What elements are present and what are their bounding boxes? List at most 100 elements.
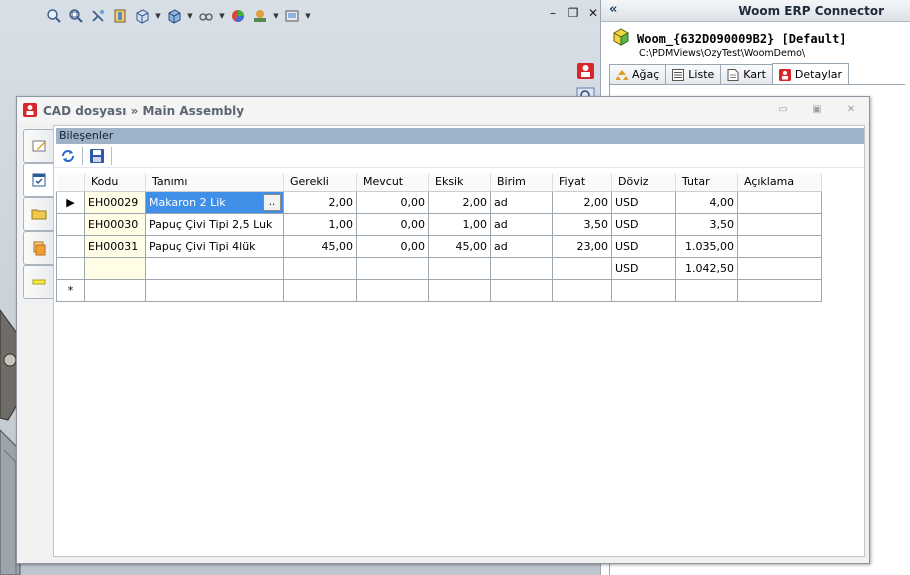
cell-birim[interactable] xyxy=(490,279,553,302)
om-logo-icon[interactable] xyxy=(576,62,596,80)
cell-doviz[interactable]: USD xyxy=(611,190,676,214)
tab-detaylar[interactable]: Detaylar xyxy=(771,63,850,85)
cell-tutar[interactable]: 4,00 xyxy=(675,190,738,214)
tab-agac[interactable]: Ağaç xyxy=(609,64,667,84)
cell-eksik[interactable]: 1,00 xyxy=(428,213,491,236)
cell-birim[interactable]: ad xyxy=(490,235,553,258)
cell-mevcut[interactable]: 0,00 xyxy=(356,190,429,214)
cell-kodu[interactable]: EH00029 xyxy=(84,190,146,214)
cell-fiyat[interactable]: 3,50 xyxy=(552,213,612,236)
row-indicator[interactable] xyxy=(56,213,85,236)
cell-eksik xyxy=(428,257,491,280)
cell-aciklama[interactable] xyxy=(737,213,822,236)
collapse-panel-icon[interactable]: « xyxy=(609,2,617,17)
cell-gerekli[interactable]: 1,00 xyxy=(283,213,357,236)
cell-gerekli[interactable]: 2,00 xyxy=(283,190,357,214)
erp-panel-title: Woom ERP Connector xyxy=(738,4,884,18)
cell-aciklama[interactable] xyxy=(737,235,822,258)
restore-icon[interactable]: ❐ xyxy=(566,6,580,20)
column-header[interactable]: Tutar xyxy=(675,173,738,192)
column-header[interactable]: Tanımı xyxy=(145,173,284,192)
cell-doviz[interactable] xyxy=(611,279,676,302)
maximize-icon[interactable]: ▣ xyxy=(811,103,823,115)
vtab-edit[interactable] xyxy=(23,129,53,163)
cell-kodu[interactable]: EH00031 xyxy=(84,235,146,258)
save-button[interactable] xyxy=(87,146,107,166)
cell-tanimi[interactable]: Papuç Çivi Tipi 4lük xyxy=(145,235,284,258)
cell-mevcut xyxy=(356,257,429,280)
row-indicator[interactable]: ▶ xyxy=(56,190,85,214)
cell-tutar[interactable]: 1.035,00 xyxy=(675,235,738,258)
chevron-down-icon[interactable]: ▼ xyxy=(304,6,312,26)
vtab-checklist[interactable] xyxy=(23,163,53,197)
cell-eksik[interactable] xyxy=(428,279,491,302)
vtab-notes[interactable] xyxy=(23,265,53,299)
cell-tanimi[interactable] xyxy=(145,279,284,302)
column-header[interactable]: Birim xyxy=(490,173,553,192)
cell-aciklama[interactable] xyxy=(737,190,822,214)
cell-tanimi[interactable]: Papuç Çivi Tipi 2,5 Luk xyxy=(145,213,284,236)
column-header[interactable]: Açıklama xyxy=(737,173,822,192)
cell-tutar[interactable]: 3,50 xyxy=(675,213,738,236)
tab-liste[interactable]: Liste xyxy=(665,64,722,84)
cell-gerekli[interactable]: 45,00 xyxy=(283,235,357,258)
column-header[interactable]: Fiyat xyxy=(552,173,612,192)
zoom-area-icon[interactable] xyxy=(66,6,86,26)
chevron-down-icon[interactable]: ▼ xyxy=(154,6,162,26)
cell-doviz[interactable]: USD xyxy=(611,213,676,236)
vtab-components[interactable] xyxy=(23,231,53,265)
tab-kart[interactable]: Kart xyxy=(720,64,773,84)
section-view-icon[interactable] xyxy=(110,6,130,26)
column-header[interactable]: Gerekli xyxy=(283,173,357,192)
cell-birim[interactable]: ad xyxy=(490,190,553,214)
cell-mevcut[interactable] xyxy=(356,279,429,302)
hide-show-items-icon[interactable] xyxy=(196,6,216,26)
table-row[interactable]: ▶ EH00029 Makaron 2 Lik.. 2,00 0,00 2,00… xyxy=(56,190,822,214)
column-header[interactable]: Eksik xyxy=(428,173,491,192)
column-header[interactable]: Mevcut xyxy=(356,173,429,192)
apply-scene-icon[interactable] xyxy=(250,6,270,26)
chevron-down-icon[interactable]: ▼ xyxy=(272,6,280,26)
cell-birim[interactable]: ad xyxy=(490,213,553,236)
cell-aciklama[interactable] xyxy=(737,279,822,302)
row-indicator[interactable] xyxy=(56,235,85,258)
cell-eksik[interactable]: 45,00 xyxy=(428,235,491,258)
minimize-icon[interactable]: – xyxy=(546,6,560,20)
table-row[interactable]: EH00031 Papuç Çivi Tipi 4lük 45,00 0,00 … xyxy=(56,235,822,258)
table-row[interactable]: EH00030 Papuç Çivi Tipi 2,5 Luk 1,00 0,0… xyxy=(56,213,822,236)
ellipsis-button[interactable]: .. xyxy=(263,193,281,211)
cad-view-toolbar: ▼ ▼ ▼ ▼ ▼ xyxy=(44,4,312,28)
view-orientation-icon[interactable] xyxy=(132,6,152,26)
cell-mevcut[interactable]: 0,00 xyxy=(356,235,429,258)
cell-kodu[interactable]: EH00030 xyxy=(84,213,146,236)
display-style-icon[interactable] xyxy=(164,6,184,26)
column-header[interactable]: Kodu xyxy=(84,173,146,192)
new-row[interactable]: * xyxy=(56,279,822,302)
view-settings-icon[interactable] xyxy=(282,6,302,26)
cell-tanimi-editing[interactable]: Makaron 2 Lik.. xyxy=(145,190,284,214)
column-header[interactable]: Döviz xyxy=(611,173,676,192)
cell-fiyat[interactable] xyxy=(552,279,612,302)
cell-eksik[interactable]: 2,00 xyxy=(428,190,491,214)
cell-kodu[interactable] xyxy=(84,279,146,302)
close-icon[interactable]: ✕ xyxy=(586,6,600,20)
cell-fiyat[interactable]: 2,00 xyxy=(552,190,612,214)
chevron-down-icon[interactable]: ▼ xyxy=(186,6,194,26)
chevron-down-icon[interactable]: ▼ xyxy=(218,6,226,26)
close-icon[interactable]: ✕ xyxy=(845,103,857,115)
components-icon xyxy=(33,241,45,256)
new-row-indicator[interactable]: * xyxy=(56,279,85,302)
window-titlebar[interactable]: CAD dosyası » Main Assembly ▭ ▣ ✕ xyxy=(17,97,869,123)
cell-doviz[interactable]: USD xyxy=(611,235,676,258)
cell-gerekli[interactable] xyxy=(283,279,357,302)
cell-gerekli xyxy=(283,257,357,280)
cell-fiyat[interactable]: 23,00 xyxy=(552,235,612,258)
zoom-to-fit-icon[interactable] xyxy=(44,6,64,26)
cell-tutar[interactable] xyxy=(675,279,738,302)
edit-appearance-icon[interactable] xyxy=(228,6,248,26)
minimize-icon[interactable]: ▭ xyxy=(777,103,789,115)
cell-mevcut[interactable]: 0,00 xyxy=(356,213,429,236)
refresh-button[interactable] xyxy=(58,146,78,166)
vtab-folder[interactable] xyxy=(23,197,53,231)
previous-view-icon[interactable] xyxy=(88,6,108,26)
